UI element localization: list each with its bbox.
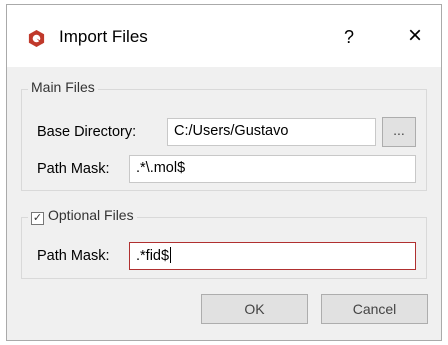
optional-files-group-header: ✓ Optional Files bbox=[28, 207, 137, 225]
app-logo-icon bbox=[28, 29, 45, 48]
optional-files-checkbox[interactable]: ✓ bbox=[31, 212, 44, 225]
optional-path-mask-value: .*fid$ bbox=[136, 248, 170, 264]
main-path-mask-label: Path Mask: bbox=[37, 161, 110, 177]
main-files-group-title: Main Files bbox=[28, 79, 98, 95]
optional-files-group-title: Optional Files bbox=[48, 207, 134, 223]
base-directory-input[interactable]: C:/Users/Gustavo bbox=[167, 118, 376, 146]
ok-button[interactable]: OK bbox=[201, 294, 308, 324]
text-cursor bbox=[170, 247, 172, 263]
browse-button[interactable]: ... bbox=[382, 117, 416, 147]
dialog-title: Import Files bbox=[59, 27, 148, 46]
optional-path-mask-label: Path Mask: bbox=[37, 248, 110, 264]
title-bar: Import Files ? × bbox=[7, 5, 441, 67]
base-directory-label: Base Directory: bbox=[37, 124, 137, 140]
main-path-mask-input[interactable]: .*\.mol$ bbox=[129, 155, 416, 183]
close-button[interactable]: × bbox=[399, 21, 431, 53]
help-button[interactable]: ? bbox=[335, 23, 363, 51]
import-files-dialog: Import Files ? × Main Files Base Directo… bbox=[6, 4, 442, 341]
optional-path-mask-input[interactable]: .*fid$ bbox=[129, 242, 416, 270]
cancel-button[interactable]: Cancel bbox=[321, 294, 428, 324]
